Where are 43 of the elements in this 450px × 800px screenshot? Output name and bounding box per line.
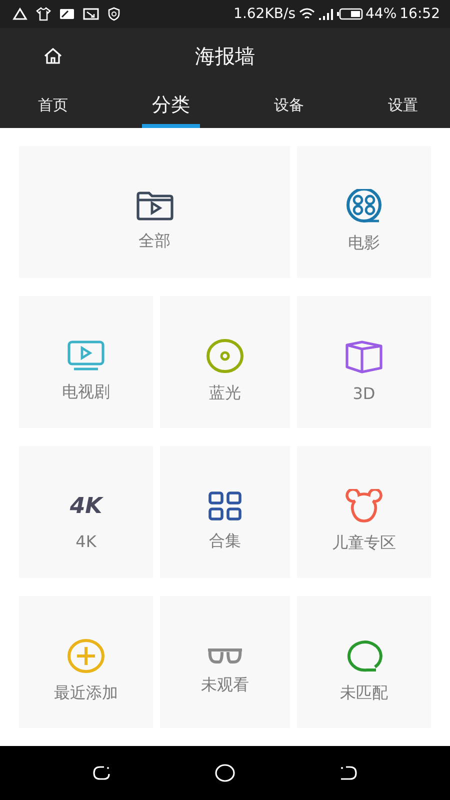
- home-button-icon[interactable]: [214, 764, 235, 782]
- category-label: 未观看: [201, 674, 249, 696]
- warning-icon: [12, 7, 28, 21]
- category-tile[interactable]: 未匹配: [297, 596, 431, 728]
- category-tile[interactable]: 全部: [19, 146, 290, 278]
- category-label: 合集: [209, 530, 241, 552]
- category-tile[interactable]: 4K 4K: [19, 446, 153, 578]
- battery-icon: [336, 8, 363, 20]
- shield-icon: [107, 7, 121, 21]
- tab[interactable]: 设备: [264, 86, 314, 128]
- back-icon[interactable]: [338, 764, 358, 782]
- tab[interactable]: 首页: [28, 86, 78, 128]
- shirt-icon: [36, 7, 51, 21]
- category-label: 3D: [352, 384, 376, 402]
- category-tile[interactable]: 电视剧: [19, 296, 153, 428]
- category-label: 儿童专区: [332, 532, 396, 554]
- category-label: 最近添加: [54, 682, 118, 704]
- category-tile[interactable]: 最近添加: [19, 596, 153, 728]
- tab[interactable]: 设置: [378, 86, 428, 128]
- category-tile[interactable]: 蓝光: [160, 296, 290, 428]
- network-speed: 1.62KB/s: [234, 6, 296, 22]
- sim-icon: [59, 8, 75, 20]
- category-tile[interactable]: 合集: [160, 446, 290, 578]
- category-label: 电影: [348, 232, 380, 254]
- recent-apps-icon[interactable]: [92, 764, 112, 782]
- category-label: 蓝光: [209, 382, 241, 404]
- category-tile[interactable]: 儿童专区: [297, 446, 431, 578]
- cast-icon: [83, 8, 99, 20]
- 4k-icon: 4K: [70, 492, 102, 522]
- wifi-icon: [298, 8, 315, 20]
- category-label: 电视剧: [62, 382, 110, 402]
- battery-percent: 44%: [366, 6, 397, 22]
- category-label: 未匹配: [340, 682, 388, 704]
- home-icon[interactable]: [43, 46, 63, 66]
- category-label: 4K: [76, 532, 96, 550]
- tab[interactable]: 分类: [142, 86, 200, 128]
- clock: 16:52: [400, 6, 440, 22]
- category-tile[interactable]: 未观看: [160, 596, 290, 728]
- category-tile[interactable]: 3D: [297, 296, 431, 428]
- signal-icon: [318, 8, 334, 20]
- category-label: 全部: [138, 230, 170, 252]
- category-tile[interactable]: 电影: [297, 146, 431, 278]
- page-title: 海报墙: [195, 42, 255, 70]
